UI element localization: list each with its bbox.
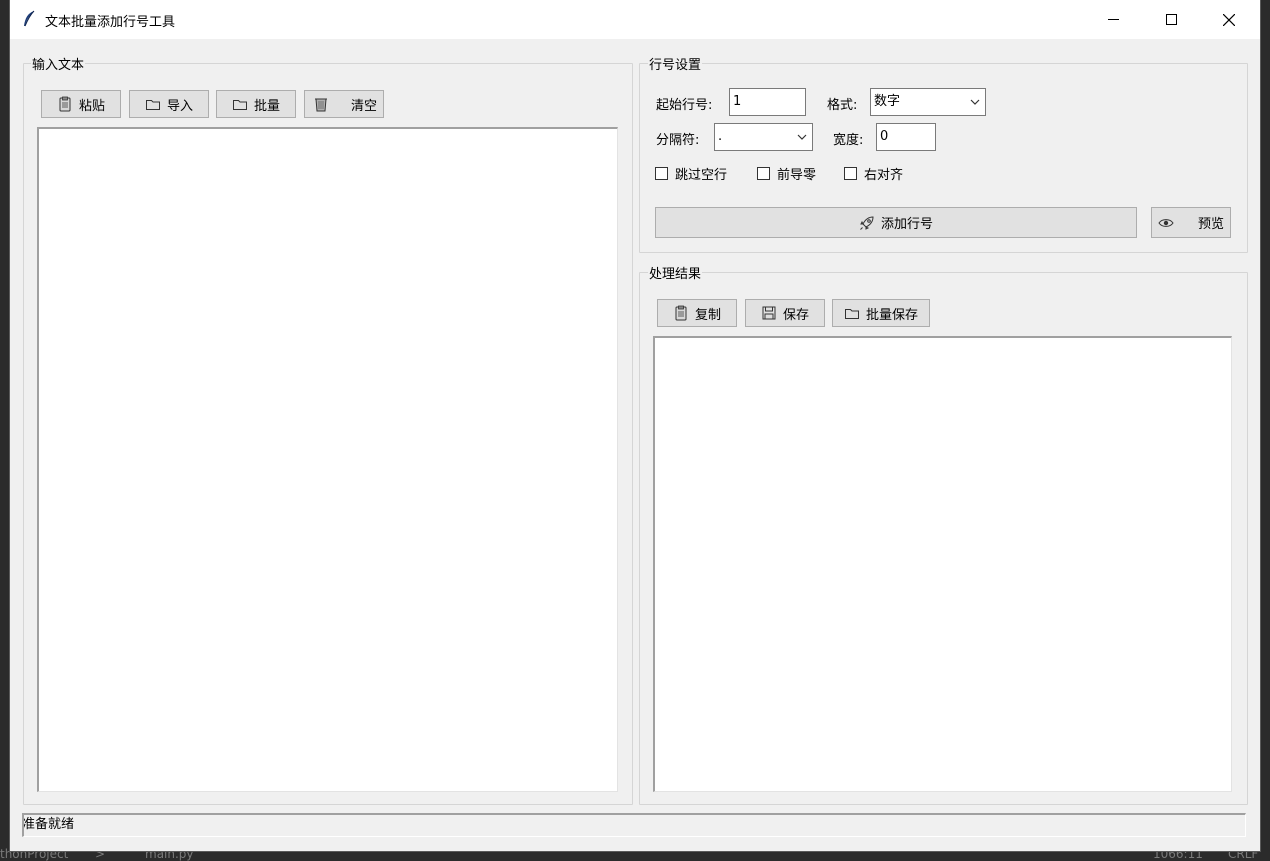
import-button[interactable]: 导入 <box>129 90 209 118</box>
format-label: 格式: <box>827 98 858 113</box>
chevron-down-icon <box>970 99 980 105</box>
ide-status-strip: thonProject > main.py 1066:11 CRLF <box>0 847 1270 861</box>
checkbox-box <box>757 167 770 180</box>
eye-icon <box>1158 218 1174 227</box>
clipboard-icon <box>675 305 687 321</box>
paste-button[interactable]: 粘贴 <box>41 90 121 118</box>
add-line-numbers-button[interactable]: 添加行号 <box>655 207 1137 238</box>
save-button[interactable]: 保存 <box>745 299 825 327</box>
batch-import-button[interactable]: 批量 <box>216 90 296 118</box>
folder-icon <box>232 100 247 110</box>
preview-button-label: 预览 <box>1198 217 1225 232</box>
status-bar: 准备就绪 <box>22 813 1246 837</box>
clear-button-label: 清空 <box>351 98 378 114</box>
skip-empty-checkbox[interactable]: 跳过空行 <box>655 164 727 183</box>
result-textarea[interactable] <box>653 336 1232 792</box>
maximize-icon <box>1165 14 1177 25</box>
input-textarea[interactable] <box>37 127 618 792</box>
batch-save-button-label: 批量保存 <box>865 307 918 323</box>
width-input[interactable]: 0 <box>876 123 936 151</box>
separator-label: 分隔符: <box>656 133 700 148</box>
close-button[interactable] <box>1200 0 1258 39</box>
close-icon <box>1223 13 1235 26</box>
paste-button-label: 粘贴 <box>78 98 105 114</box>
rocket-icon <box>860 215 874 230</box>
checkbox-box <box>844 167 857 180</box>
folder-icon <box>145 100 160 110</box>
start-number-label: 起始行号: <box>656 98 713 113</box>
chevron-down-icon <box>797 134 807 140</box>
app-window: 文本批量添加行号工具 输入文本 粘贴 导入 批量 清空 行号设置 起始行号: 1… <box>10 0 1260 851</box>
title-bar: 文本批量添加行号工具 <box>10 0 1260 39</box>
checkbox-box <box>655 167 668 180</box>
copy-button[interactable]: 复制 <box>657 299 737 327</box>
add-line-numbers-label: 添加行号 <box>880 217 933 232</box>
batch-save-button[interactable]: 批量保存 <box>832 299 930 327</box>
leading-zero-label: 前导零 <box>777 168 817 183</box>
right-align-checkbox[interactable]: 右对齐 <box>844 164 903 183</box>
copy-button-label: 复制 <box>694 307 721 323</box>
format-select[interactable]: 数字 <box>870 88 986 116</box>
separator-select-value: . <box>718 129 723 144</box>
maximize-button[interactable] <box>1142 0 1200 39</box>
clipboard-icon <box>59 96 71 112</box>
minimize-icon <box>1107 18 1119 20</box>
window-title: 文本批量添加行号工具 <box>45 15 176 30</box>
separator-select[interactable]: . <box>714 123 813 151</box>
input-text-label: 输入文本 <box>31 54 86 73</box>
start-number-input[interactable]: 1 <box>729 88 806 116</box>
settings-label: 行号设置 <box>648 54 703 73</box>
right-align-label: 右对齐 <box>864 168 904 183</box>
clear-button[interactable]: 清空 <box>304 90 384 118</box>
leading-zero-checkbox[interactable]: 前导零 <box>757 164 816 183</box>
result-label: 处理结果 <box>648 263 703 282</box>
floppy-disk-icon <box>762 306 776 320</box>
save-button-label: 保存 <box>782 307 809 323</box>
preview-button[interactable]: 预览 <box>1151 207 1231 238</box>
batch-import-button-label: 批量 <box>253 98 280 114</box>
import-button-label: 导入 <box>166 98 193 114</box>
feather-icon <box>24 10 35 27</box>
folder-icon <box>844 309 859 319</box>
skip-empty-label: 跳过空行 <box>675 168 728 183</box>
wastebasket-icon <box>315 98 327 112</box>
format-select-value: 数字 <box>874 94 901 109</box>
width-label: 宽度: <box>833 133 864 148</box>
minimize-button[interactable] <box>1084 0 1142 39</box>
